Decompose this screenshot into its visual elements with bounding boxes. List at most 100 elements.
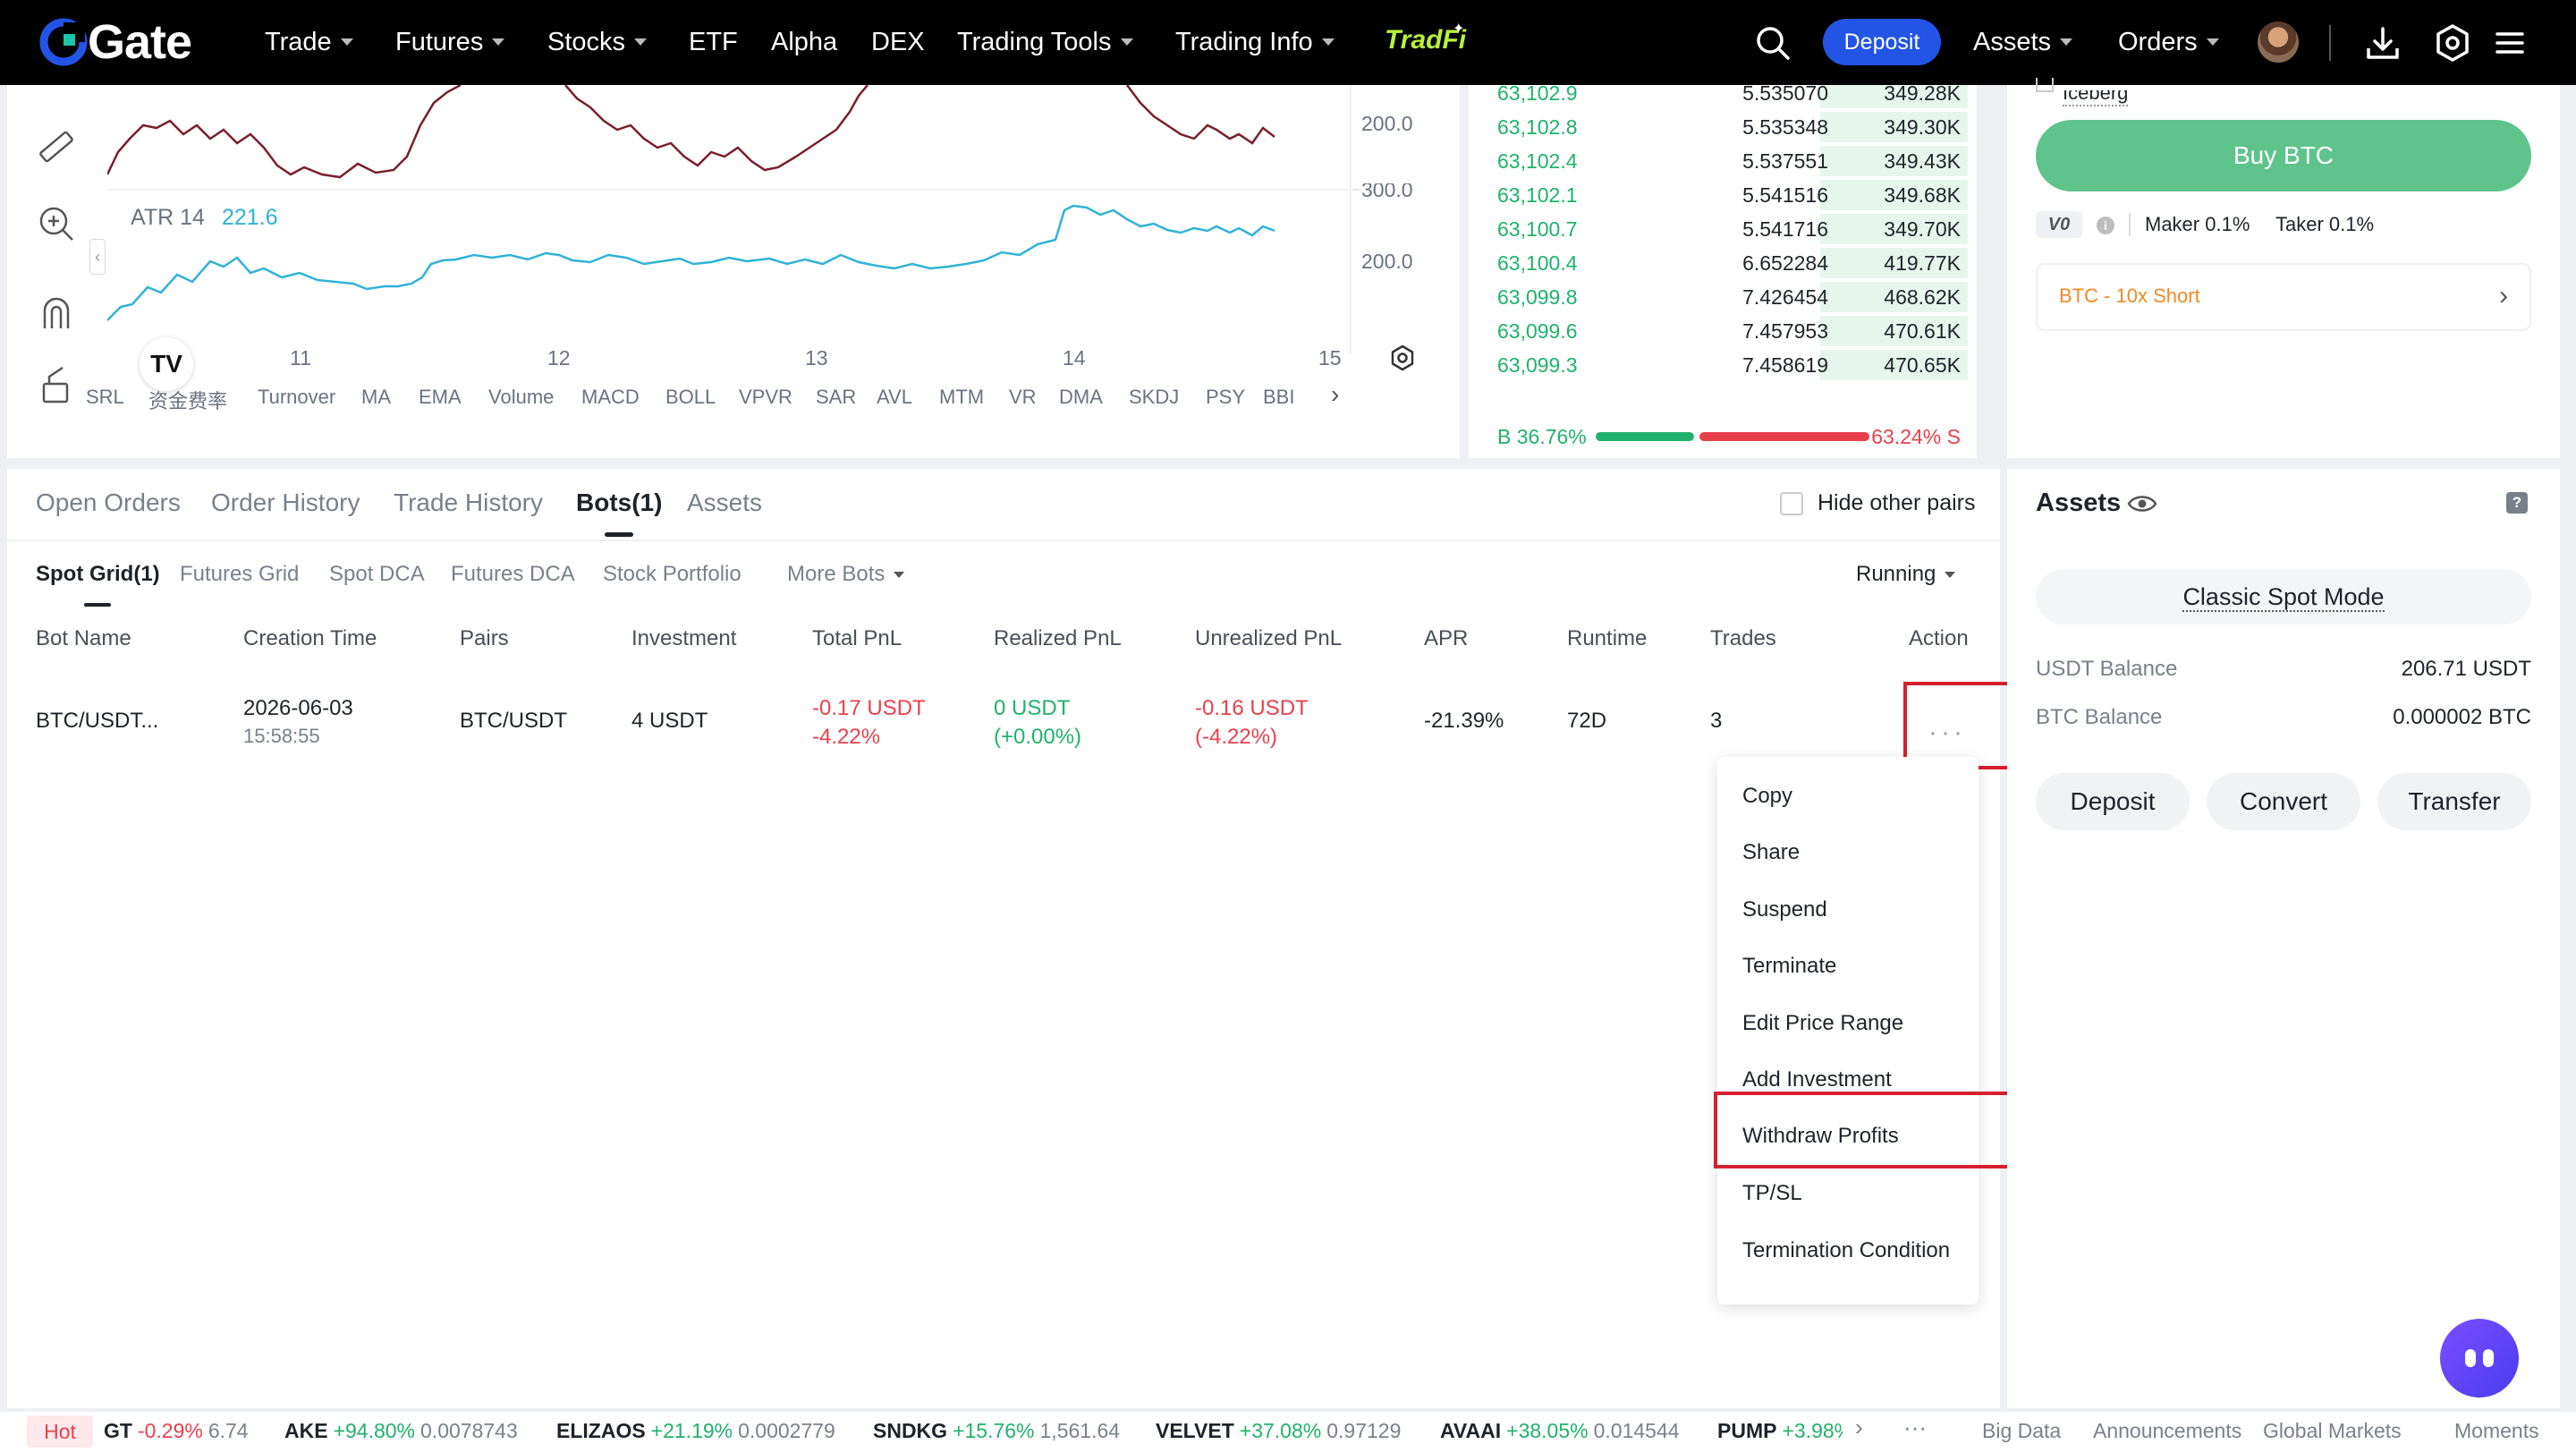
nav-item-trading-tools[interactable]: Trading Tools [957, 24, 1133, 60]
btc-short-link[interactable]: BTC - 10x Short › [2036, 263, 2531, 331]
nav-item-etf[interactable]: ETF [689, 24, 738, 60]
tab-open-orders[interactable]: Open Orders [36, 489, 181, 517]
info-icon[interactable]: i [2097, 217, 2114, 234]
footer-link-announcements[interactable]: Announcements [2093, 1419, 2241, 1443]
ticker-item[interactable]: PUMP+3.98% [1717, 1419, 1843, 1443]
avatar[interactable] [2258, 21, 2299, 63]
nav-item-stocks[interactable]: Stocks [547, 24, 648, 60]
hide-other-pairs-checkbox[interactable] [1780, 492, 1803, 515]
indicator-tab[interactable]: SAR [816, 386, 856, 409]
indicator-tab[interactable]: MTM [939, 386, 984, 409]
footer-link-moments[interactable]: Moments [2454, 1419, 2539, 1443]
nav-item-alpha[interactable]: Alpha [771, 24, 837, 60]
deposit-button[interactable]: Deposit [2036, 773, 2190, 830]
ticker-item[interactable]: SNDKG +15.76% 1,561.64 [873, 1419, 1120, 1443]
nav-item-trading-info[interactable]: Trading Info [1175, 24, 1335, 60]
buy-btc-button[interactable]: Buy BTC [2036, 120, 2531, 191]
nav-item-trade[interactable]: Trade [265, 24, 353, 60]
indicator-tab[interactable]: AVL [877, 386, 912, 409]
orderbook-row[interactable]: 63,099.3 7.458619 470.65K [1469, 348, 1977, 382]
indicator-tab[interactable]: VPVR [739, 386, 792, 409]
collapse-toolbar-button[interactable]: ‹ [89, 239, 106, 275]
subtab-spot-grid[interactable]: Spot Grid(1) [36, 562, 160, 587]
orderbook-row[interactable]: 63,102.8 5.535348 349.30K [1469, 110, 1977, 144]
bot-name[interactable]: BTC/USDT... [36, 709, 158, 734]
menu-icon[interactable] [2488, 21, 2531, 64]
menu-item-copy[interactable]: Copy [1742, 784, 1792, 809]
ticker-item[interactable]: GT -0.29% 6.74 [104, 1419, 249, 1443]
menu-item-add-investment[interactable]: Add Investment [1742, 1067, 1892, 1092]
eye-icon[interactable] [2127, 492, 2157, 515]
nav-item-futures[interactable]: Futures [395, 24, 505, 60]
ticker-item[interactable]: AVAAI +38.05% 0.014544 [1440, 1419, 1680, 1443]
download-icon[interactable] [2361, 21, 2404, 64]
menu-item-tp-sl[interactable]: TP/SL [1742, 1181, 1802, 1206]
nav-item-dex[interactable]: DEX [871, 24, 925, 60]
indicator-tab[interactable]: VR [1009, 386, 1037, 409]
subtab-spot-dca[interactable]: Spot DCA [329, 562, 425, 587]
ruler-icon[interactable] [36, 126, 77, 167]
order-form-panel: Iceberg Buy BTC V0 i Maker 0.1% Taker 0.… [2007, 78, 2560, 458]
chart-settings-icon[interactable] [1388, 344, 1417, 372]
indicator-tab[interactable]: BOLL [665, 386, 716, 409]
orderbook-row[interactable]: 63,100.7 5.541716 349.70K [1469, 212, 1977, 246]
indicator-tab[interactable]: MACD [581, 386, 640, 409]
account-mode-button[interactable]: Classic Spot Mode [2036, 569, 2531, 625]
status-filter-dropdown[interactable]: Running [1856, 562, 1956, 587]
indicator-tab[interactable]: PSY [1206, 386, 1245, 409]
trades-count: 3 [1710, 709, 1723, 733]
tab-bots[interactable]: Bots(1) [576, 489, 662, 517]
menu-item-terminate[interactable]: Terminate [1742, 954, 1836, 979]
search-icon[interactable] [1753, 23, 1792, 63]
menu-item-edit-price-range[interactable]: Edit Price Range [1742, 1011, 1903, 1036]
tab-assets[interactable]: Assets [687, 489, 762, 517]
help-icon[interactable]: ? [2506, 492, 2528, 514]
iceberg-checkbox[interactable] [2036, 78, 2054, 92]
indicator-tab[interactable]: BBI [1263, 386, 1294, 409]
chevron-right-icon[interactable]: › [1855, 1414, 1863, 1441]
indicator-tab[interactable]: MA [361, 386, 391, 409]
orderbook-row[interactable]: 63,102.4 5.537551 349.43K [1469, 144, 1977, 178]
orders-menu[interactable]: Orders [2118, 24, 2219, 60]
more-icon[interactable]: ··· [1903, 1414, 1927, 1441]
menu-item-suspend[interactable]: Suspend [1742, 897, 1827, 922]
transfer-button[interactable]: Transfer [2377, 773, 2531, 830]
subtab-stock-portfolio[interactable]: Stock Portfolio [603, 562, 741, 587]
magnet-icon[interactable] [36, 293, 77, 334]
orderbook-row[interactable]: 63,099.8 7.426454 468.62K [1469, 280, 1977, 314]
tab-order-history[interactable]: Order History [211, 489, 360, 517]
deposit-button[interactable]: Deposit [1823, 19, 1941, 65]
subtab-futures-dca[interactable]: Futures DCA [451, 562, 575, 587]
orderbook-row[interactable]: 63,099.6 7.457953 470.61K [1469, 314, 1977, 348]
orderbook-row[interactable]: 63,100.4 6.652284 419.77K [1469, 246, 1977, 280]
tab-trade-history[interactable]: Trade History [394, 489, 543, 517]
assets-menu[interactable]: Assets [1973, 24, 2073, 60]
settings-icon[interactable] [2431, 21, 2474, 64]
sparkle-icon: ✦ [1453, 21, 1465, 37]
indicator-tab[interactable]: SKDJ [1129, 386, 1179, 409]
ticker-item[interactable]: ELIZAOS +21.19% 0.0002779 [556, 1419, 835, 1443]
chevron-down-icon [634, 38, 648, 46]
subtab-futures-grid[interactable]: Futures Grid [180, 562, 299, 587]
subtab-more-bots[interactable]: More Bots [787, 562, 905, 587]
zoom-in-icon[interactable] [36, 203, 77, 244]
support-chat-button[interactable] [2440, 1319, 2519, 1398]
indicator-tab[interactable]: 资金费率 [148, 386, 227, 414]
indicator-tab[interactable]: EMA [419, 386, 462, 409]
indicator-tab[interactable]: DMA [1059, 386, 1103, 409]
orderbook-row[interactable]: 63,102.1 5.541516 349.68K [1469, 178, 1977, 212]
gate-logo[interactable]: Gate [39, 15, 192, 69]
footer-link-big-data[interactable]: Big Data [1982, 1419, 2061, 1443]
ticker-item[interactable]: VELVET +37.08% 0.97129 [1156, 1419, 1401, 1443]
menu-item-termination-condition[interactable]: Termination Condition [1742, 1238, 1950, 1263]
active-tab-indicator [605, 532, 633, 537]
menu-item-share[interactable]: Share [1742, 840, 1800, 865]
indicator-tab[interactable]: Volume [488, 386, 554, 409]
ticker-item[interactable]: AKE +94.80% 0.0078743 [284, 1419, 518, 1443]
indicator-tab[interactable]: Turnover [258, 386, 335, 409]
convert-button[interactable]: Convert [2207, 773, 2360, 830]
lock-drawing-icon[interactable] [36, 364, 77, 405]
footer-link-global-markets[interactable]: Global Markets [2263, 1419, 2402, 1443]
indicator-tab[interactable]: SRL [86, 386, 124, 409]
chevron-right-icon[interactable]: › [1331, 380, 1339, 409]
